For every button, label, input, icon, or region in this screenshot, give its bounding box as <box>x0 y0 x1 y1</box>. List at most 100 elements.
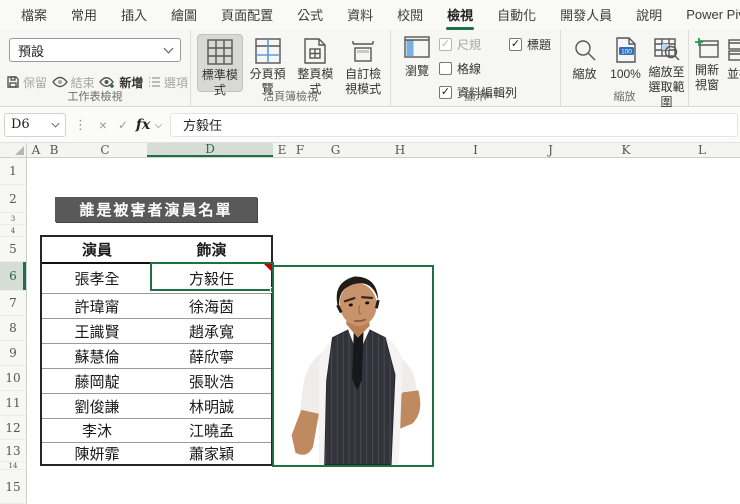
row-header[interactable]: 8 <box>0 316 26 341</box>
row-header[interactable]: 3 <box>0 213 26 225</box>
table-cell[interactable]: 張耿浩 <box>152 369 271 393</box>
formula-input[interactable]: 方毅任 <box>170 112 738 137</box>
column-header[interactable]: F <box>291 143 309 157</box>
sheet-view-dropdown[interactable]: 預設 <box>9 38 181 62</box>
group-label-sheet-view: 工作表檢視 <box>67 91 123 103</box>
table-cell[interactable]: 張孝全 <box>42 264 152 293</box>
cast-table-header: 演員 飾演 <box>42 237 271 264</box>
table-cell[interactable]: 林明誠 <box>152 394 271 418</box>
column-header[interactable]: D <box>147 142 273 157</box>
ribbon-tab[interactable]: 插入 <box>110 0 158 31</box>
column-header[interactable]: L <box>664 143 740 157</box>
checkbox-ruler[interactable]: ✓ 尺規 <box>439 36 517 53</box>
column-header[interactable]: G <box>309 143 362 157</box>
ribbon-tab[interactable]: 校閱 <box>386 0 434 31</box>
column-header[interactable]: A <box>27 143 45 157</box>
zoom-to-selection-button[interactable]: 縮放至選取範圍 <box>647 36 686 109</box>
ribbon-tab[interactable]: 繪圖 <box>160 0 208 31</box>
group-sheet-view: 預設 保留 結束 新增 選項 工作表檢視 <box>0 30 190 106</box>
row-header[interactable]: 4 <box>0 225 26 237</box>
column-header[interactable]: E <box>273 143 291 157</box>
group-workbook-views: 標準模式 分頁預覽 整頁模式 自訂檢視模式 活頁簿檢視 <box>190 30 390 106</box>
checkbox-headings[interactable]: ✓ 標題 <box>509 36 551 53</box>
sheet-canvas[interactable]: 誰是被害者演員名單 演員 飾演 張孝全 方毅任 許瑋甯 徐海茵 王識賢 趙承寬 蘇慧倫 薛欣寧… <box>27 158 740 504</box>
ribbon-tab[interactable]: 自動化 <box>486 0 547 31</box>
zoom-100-button[interactable]: 100 100% <box>606 36 645 92</box>
table-cell[interactable]: 蕭家穎 <box>152 443 271 464</box>
ribbon-tab[interactable]: 公式 <box>286 0 334 31</box>
ribbon-tab[interactable]: 檔案 <box>10 0 58 31</box>
svg-text:100: 100 <box>621 48 632 55</box>
table-cell[interactable]: 薛欣寧 <box>152 344 271 368</box>
group-label-show: 顯示 <box>464 91 487 103</box>
arrange-all-button[interactable]: 並排 <box>725 36 740 92</box>
ribbon-tab[interactable]: 常用 <box>60 0 108 31</box>
selected-cell-outline[interactable] <box>150 262 276 293</box>
table-row[interactable]: 王識賢 趙承寬 <box>42 318 271 343</box>
formula-bar-drag-handle[interactable]: ⋮ <box>74 117 87 133</box>
ribbon-tab[interactable]: 開發人員 <box>549 0 623 31</box>
table-cell[interactable]: 許瑋甯 <box>42 294 152 318</box>
table-cell[interactable]: 王識賢 <box>42 319 152 343</box>
checkbox-gridlines[interactable]: 格線 <box>439 60 517 77</box>
grid-magnifier-icon <box>653 36 681 62</box>
zoom-button[interactable]: 縮放 <box>565 36 604 92</box>
table-cell[interactable]: 江曉孟 <box>152 419 271 442</box>
ribbon-tab[interactable]: 說明 <box>625 0 673 31</box>
cancel-entry-icon[interactable]: × <box>93 117 113 133</box>
column-header[interactable]: B <box>45 143 63 157</box>
table-cell[interactable]: 劉俊謙 <box>42 394 152 418</box>
row-header[interactable]: 9 <box>0 341 26 366</box>
actor-photo-illustration <box>274 267 432 465</box>
insert-function-button[interactable]: fx <box>133 117 153 133</box>
ribbon: 預設 保留 結束 新增 選項 工作表檢視 標準模式 分頁預覽 整頁模式 自訂檢視… <box>0 30 740 109</box>
table-cell[interactable]: 李沐 <box>42 419 152 442</box>
ribbon-tab[interactable]: 資料 <box>336 0 384 31</box>
table-row[interactable]: 劉俊謙 林明誠 <box>42 393 271 418</box>
chevron-down-icon <box>163 43 174 54</box>
column-header[interactable]: K <box>588 143 664 157</box>
page-break-preview-button[interactable]: 分頁預覽 <box>245 34 291 96</box>
column-header[interactable]: I <box>438 143 513 157</box>
row-header[interactable]: 2 <box>0 185 26 213</box>
custom-views-button[interactable]: 自訂檢視模式 <box>340 34 386 96</box>
column-header[interactable]: C <box>63 143 147 157</box>
new-window-button[interactable]: 開新視窗 <box>693 36 721 92</box>
name-box[interactable]: D6 <box>4 112 66 137</box>
name-box-value: D6 <box>11 117 30 132</box>
row-header[interactable]: 15 <box>0 470 26 504</box>
row-header[interactable]: 12 <box>0 416 26 440</box>
ribbon-tab[interactable]: 檢視 <box>436 0 484 31</box>
confirm-entry-icon[interactable]: ✓ <box>113 118 133 132</box>
ribbon-tab[interactable]: Power Pivot <box>675 1 740 29</box>
actor-photo[interactable] <box>272 265 434 467</box>
ribbon-tab[interactable]: 頁面配置 <box>210 0 284 31</box>
table-cell[interactable]: 徐海茵 <box>152 294 271 318</box>
row-header[interactable]: 5 <box>0 237 26 262</box>
table-cell[interactable]: 藤岡靛 <box>42 369 152 393</box>
table-row[interactable]: 李沐 江曉孟 <box>42 418 271 442</box>
table-row[interactable]: 陳妍霏 蕭家穎 <box>42 442 271 464</box>
navigation-button[interactable]: 瀏覽 <box>399 36 435 79</box>
row-header[interactable]: 10 <box>0 366 26 391</box>
column-header[interactable]: H <box>362 143 438 157</box>
row-header[interactable]: 6 <box>0 262 26 291</box>
row-header[interactable]: 7 <box>0 291 26 316</box>
row-header[interactable]: 14 <box>0 462 26 470</box>
row-header[interactable]: 11 <box>0 391 26 416</box>
column-header[interactable]: J <box>513 143 588 157</box>
normal-view-button[interactable]: 標準模式 <box>197 34 243 97</box>
table-row[interactable]: 蘇慧倫 薛欣寧 <box>42 343 271 368</box>
table-row[interactable]: 藤岡靛 張耿浩 <box>42 368 271 393</box>
table-cell[interactable]: 趙承寬 <box>152 319 271 343</box>
save-icon <box>7 76 19 88</box>
row-header[interactable]: 1 <box>0 158 26 185</box>
table-cell[interactable]: 陳妍霏 <box>42 443 152 464</box>
group-show: 瀏覽 ✓ 尺規 格線 ✓ 資料編輯列 ✓ 標題 顯示 <box>390 30 560 106</box>
table-row[interactable]: 許瑋甯 徐海茵 <box>42 293 271 318</box>
group-label-zoom: 縮放 <box>613 91 636 103</box>
table-cell[interactable]: 蘇慧倫 <box>42 344 152 368</box>
row-header[interactable]: 13 <box>0 440 26 462</box>
page-layout-button[interactable]: 整頁模式 <box>293 34 339 96</box>
select-all-corner[interactable] <box>0 143 27 157</box>
